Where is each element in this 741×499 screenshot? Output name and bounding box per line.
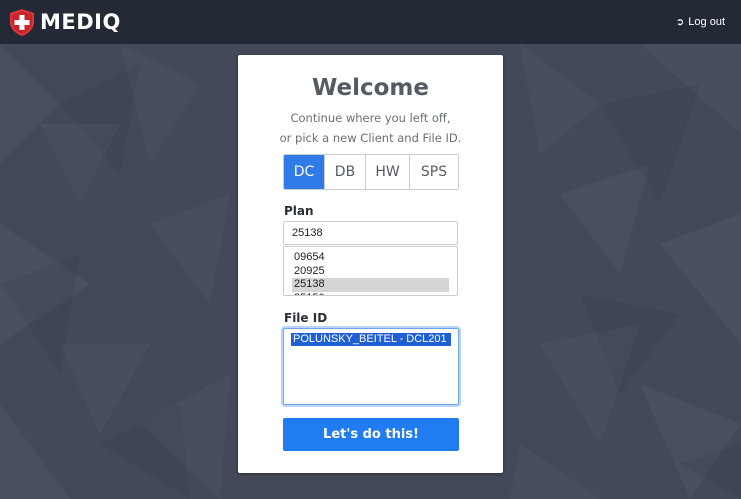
file-id-listbox[interactable]: POLUNSKY_BEITEL - DCL201 — [283, 328, 459, 405]
plan-option[interactable]: 09654 — [292, 251, 449, 265]
file-id-option-selected[interactable]: POLUNSKY_BEITEL - DCL201 — [291, 333, 451, 346]
logout-link[interactable]: ➲ Log out — [676, 14, 725, 30]
brand-logo[interactable]: MEDIQ — [10, 9, 121, 36]
shield-cross-icon — [10, 9, 34, 36]
tab-dc[interactable]: DC — [284, 155, 325, 189]
tab-sps[interactable]: SPS — [410, 155, 458, 189]
subtitle-line-1: Continue where you left off, — [290, 111, 451, 125]
tab-hw[interactable]: HW — [366, 155, 410, 189]
plan-label: Plan — [284, 204, 314, 218]
plan-option[interactable]: 20925 — [292, 265, 449, 279]
file-id-label: File ID — [284, 311, 328, 325]
subtitle-line-2: or pick a new Client and File ID. — [279, 131, 462, 145]
plan-listbox[interactable]: 09654 20925 25138 25150 — [283, 246, 458, 296]
plan-option[interactable]: 25150 — [292, 292, 449, 296]
submit-button[interactable]: Let's do this! — [283, 418, 459, 451]
top-navbar: MEDIQ ➲ Log out — [0, 0, 741, 44]
tab-db[interactable]: DB — [325, 155, 366, 189]
logout-icon: ➲ — [675, 16, 685, 28]
page-title: Welcome — [311, 75, 430, 101]
plan-search-input[interactable]: 25138 — [283, 221, 458, 245]
client-tabs: DC DB HW SPS — [283, 154, 459, 190]
brand-name: MEDIQ — [40, 10, 121, 34]
logout-label: Log out — [688, 16, 725, 28]
welcome-subtitle: Continue where you left off, or pick a n… — [238, 108, 503, 148]
plan-option-selected[interactable]: 25138 — [292, 278, 449, 292]
